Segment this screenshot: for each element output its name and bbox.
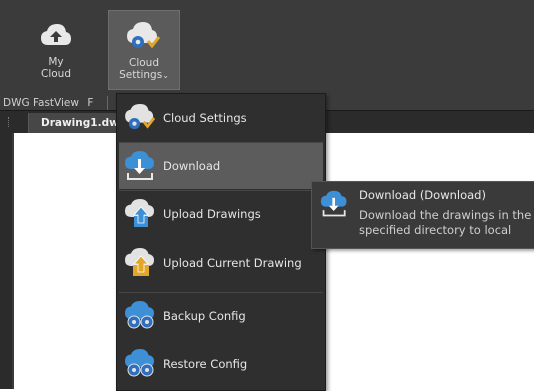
cloud-download-icon	[119, 151, 163, 181]
panel-label-f: F	[87, 97, 94, 109]
menu-item-label: Upload Current Drawing	[163, 256, 302, 270]
menu-item-label: Restore Config	[163, 357, 248, 371]
panel-separator	[107, 96, 108, 110]
menu-item-upload-drawings[interactable]: Upload Drawings	[119, 191, 323, 237]
menu-item-label: Cloud Settings	[163, 111, 247, 125]
tooltip-description-line2: specified directory to local	[359, 223, 512, 237]
cloud-settings-icon	[119, 104, 163, 132]
cloud-upload-icon	[40, 15, 72, 55]
menu-item-backup-config[interactable]: Backup Config	[119, 293, 323, 339]
menu-item-upload-current-drawing[interactable]: Upload Current Drawing	[119, 240, 323, 286]
download-tooltip: Download (Download) Download the drawing…	[311, 181, 534, 249]
left-strip	[0, 133, 12, 389]
menu-item-label: Download	[163, 159, 221, 173]
menu-item-download[interactable]: Download	[119, 143, 323, 189]
menu-item-label: Upload Drawings	[163, 207, 261, 221]
ribbon: My Cloud Cloud Settings⌄	[0, 0, 534, 96]
tooltip-description: Download the drawings in the specified d…	[359, 208, 534, 238]
cloud-settings-label-line1: Cloud	[129, 57, 159, 69]
cloud-settings-button[interactable]: Cloud Settings⌄	[108, 10, 180, 90]
tab-drawing1[interactable]: Drawing1.dw	[28, 113, 130, 133]
cloud-settings-label-line2: Settings⌄	[119, 69, 169, 81]
menu-item-restore-config[interactable]: Restore Config	[119, 341, 323, 387]
menu-item-label: Backup Config	[163, 309, 246, 323]
cloud-download-icon	[320, 190, 350, 221]
tab-grip-icon[interactable]	[8, 117, 17, 127]
tooltip-description-line1: Download the drawings in the	[359, 208, 532, 222]
my-cloud-button[interactable]: My Cloud	[16, 10, 96, 88]
panel-label-dwg-fastview: DWG FastView	[3, 97, 79, 109]
cloud-upload-drawings-icon	[119, 199, 163, 229]
cloud-upload-current-icon	[119, 248, 163, 278]
cloud-backup-gear-icon	[119, 301, 163, 331]
my-cloud-label-line2: Cloud	[41, 68, 71, 80]
tab-drawing1-label: Drawing1.dw	[41, 117, 119, 129]
tooltip-title: Download (Download)	[359, 188, 486, 202]
cloud-restore-gear-icon	[119, 349, 163, 379]
cloud-settings-icon	[126, 16, 162, 56]
cloud-settings-menu: Cloud Settings Download Upload Drawings	[116, 93, 326, 391]
chevron-down-icon: ⌄	[162, 71, 169, 80]
my-cloud-label-line1: My	[48, 56, 64, 68]
menu-item-cloud-settings[interactable]: Cloud Settings	[119, 95, 323, 141]
